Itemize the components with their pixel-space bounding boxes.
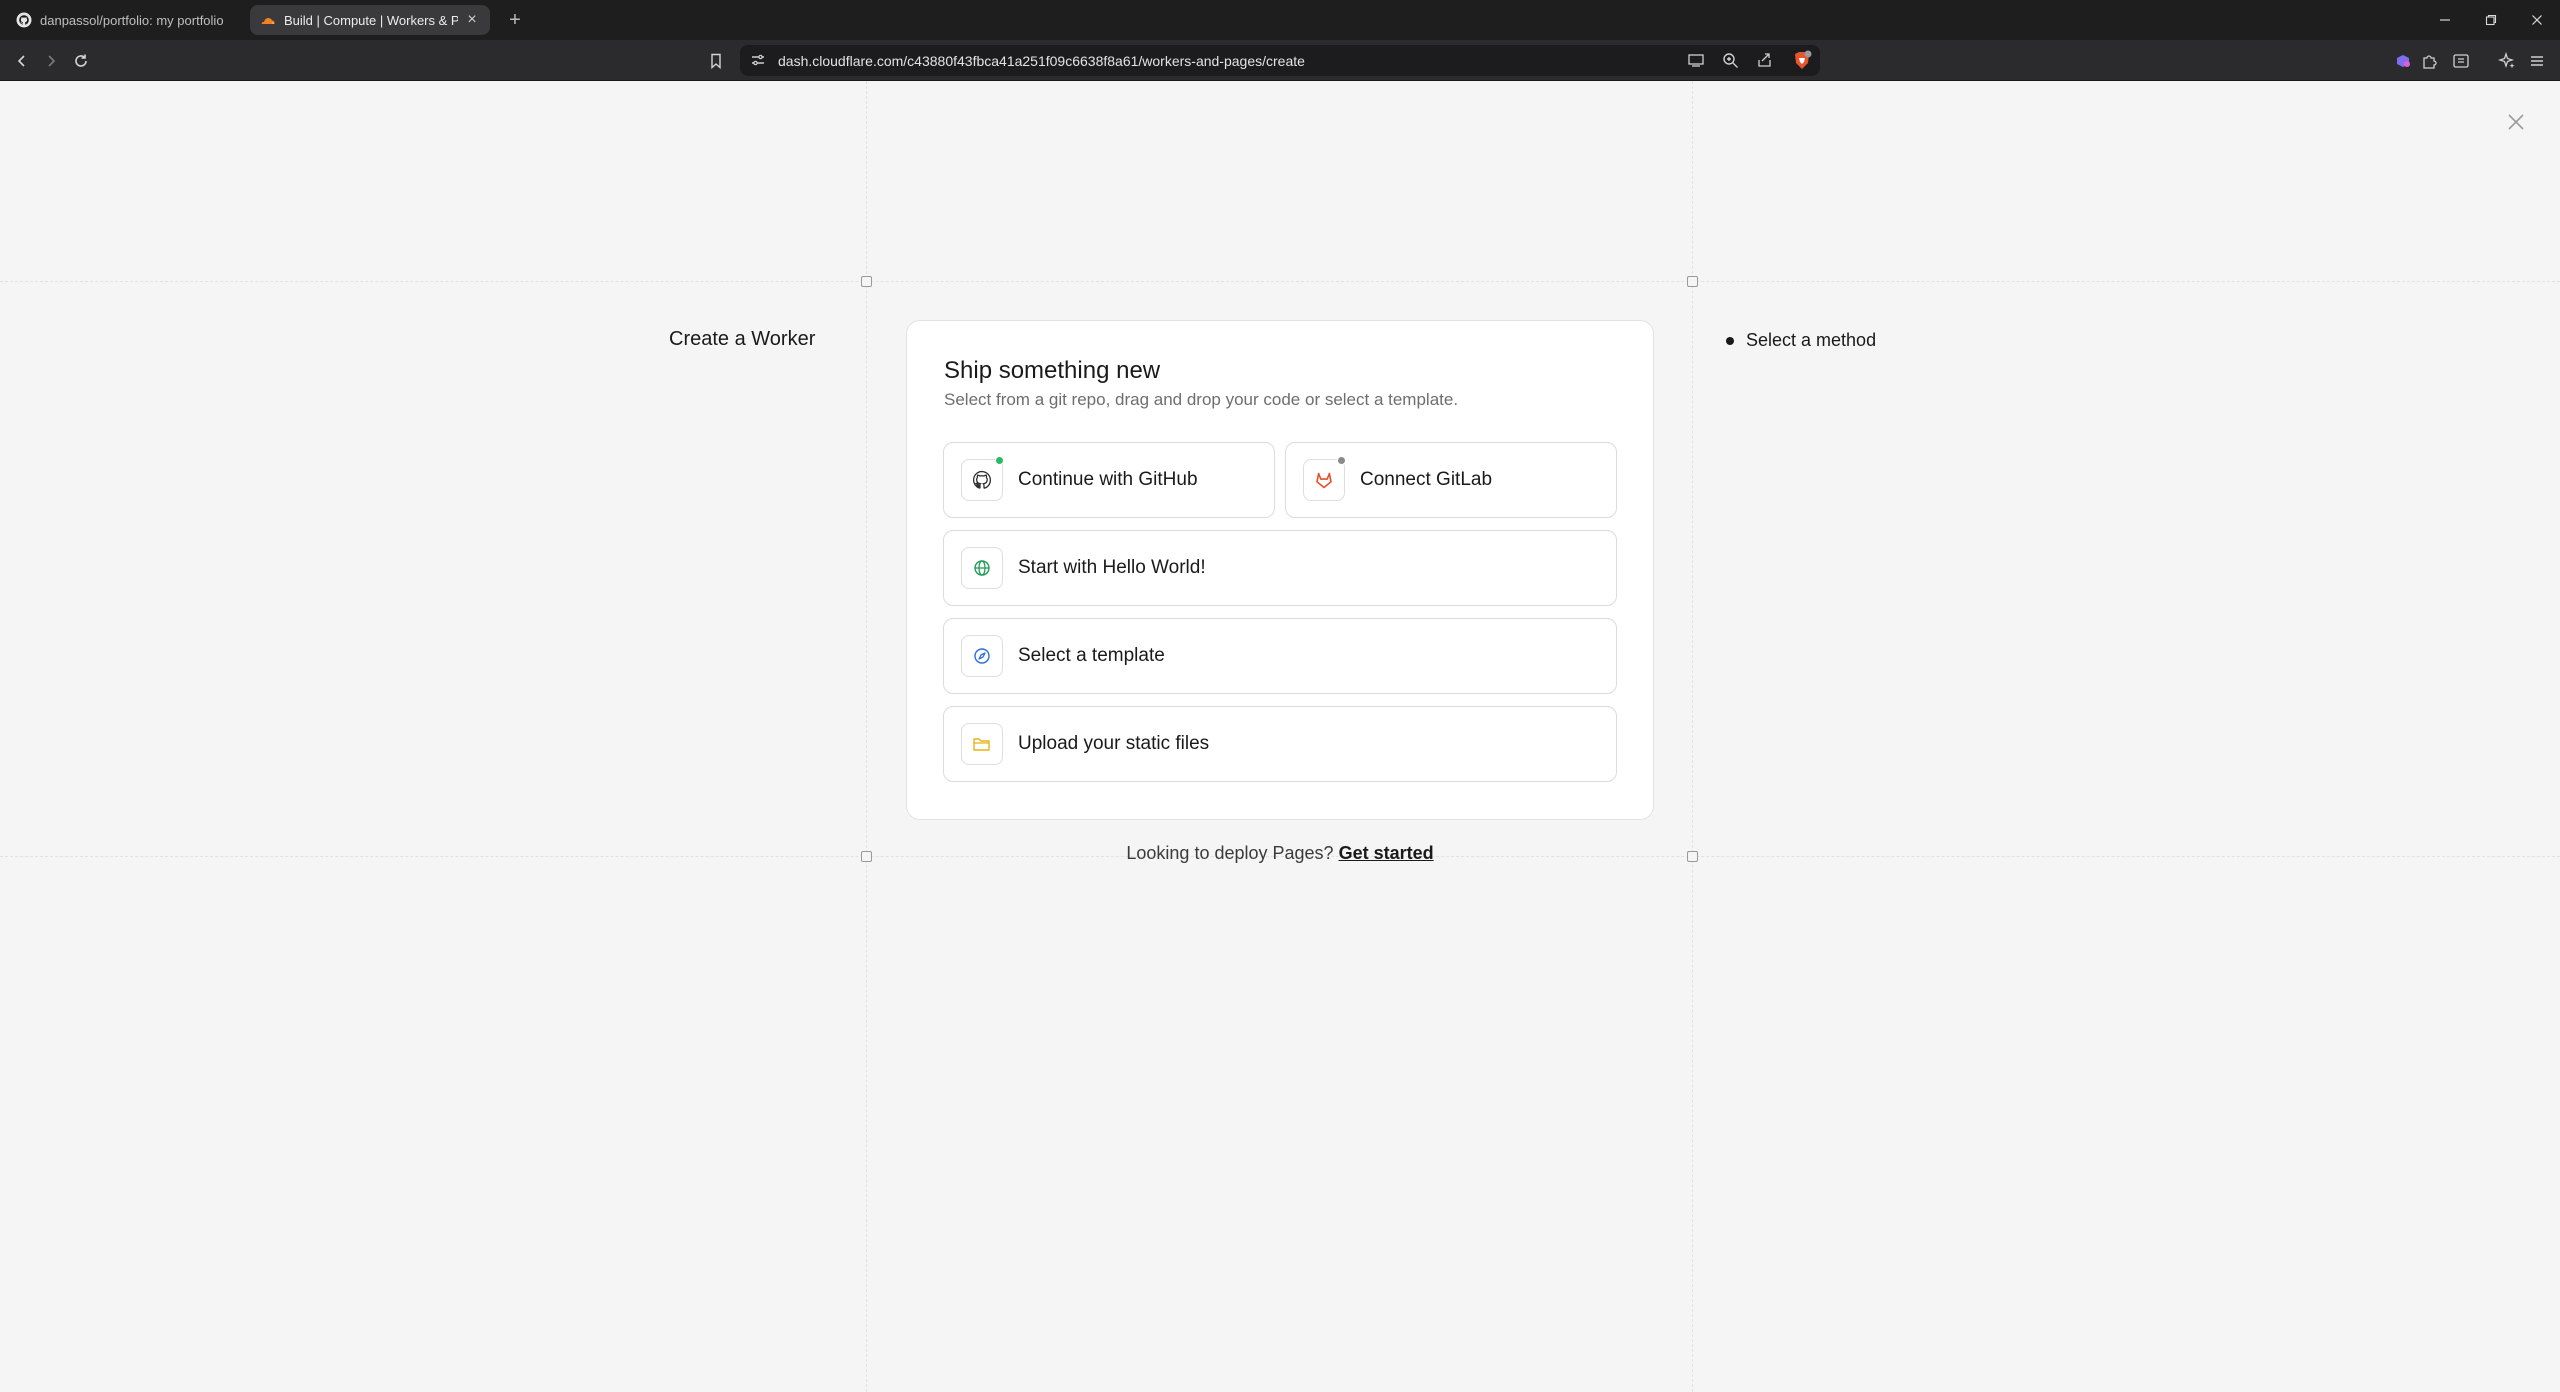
forward-arrow-icon <box>48 55 56 67</box>
restore-window-button[interactable] <box>2468 0 2514 40</box>
bookmark-icon <box>711 53 721 69</box>
step-dot <box>1726 336 1734 345</box>
step-indicator: Select a method <box>1726 330 1876 351</box>
forward-button[interactable] <box>38 48 64 74</box>
github-icon <box>972 470 992 489</box>
option-label: Connect GitLab <box>1360 469 1493 490</box>
compass-icon-box <box>961 635 1003 677</box>
browser-tab-github[interactable]: danpassol/portfolio: my portfolio <box>6 5 244 35</box>
minimize-window-button[interactable] <box>2422 0 2468 40</box>
puzzle-extensions-icon[interactable] <box>2417 48 2443 74</box>
option-label: Select a template <box>1018 645 1165 666</box>
option-label: Continue with GitHub <box>1018 469 1198 490</box>
new-tab-button[interactable]: + <box>500 5 530 35</box>
sidebar-icon[interactable] <box>2448 48 2474 74</box>
corner-handle <box>861 276 872 287</box>
connect-gitlab-button[interactable]: Connect GitLab <box>1285 442 1617 518</box>
step-label: Select a method <box>1746 330 1877 350</box>
corner-handle <box>1687 276 1698 287</box>
share-icon[interactable] <box>1756 52 1773 74</box>
address-bar[interactable]: dash.cloudflare.com/c43880f43fbca41a251f… <box>740 45 1820 76</box>
card-title: Ship something new <box>944 357 1161 384</box>
folder-icon <box>973 738 990 751</box>
gitlab-icon-box <box>1303 456 1346 501</box>
card-subtitle: Select from a git repo, drag and drop yo… <box>944 390 1459 409</box>
brave-shields-icon[interactable] <box>1791 50 1813 77</box>
back-button[interactable] <box>9 48 35 74</box>
menu-icon[interactable] <box>2524 48 2550 74</box>
globe-icon <box>974 560 990 576</box>
status-badge <box>995 456 1004 465</box>
close-create-button[interactable] <box>2504 110 2528 134</box>
close-window-button[interactable] <box>2514 0 2560 40</box>
continue-with-github-button[interactable]: Continue with GitHub <box>943 442 1275 518</box>
back-arrow-icon <box>17 55 25 67</box>
zoom-icon[interactable] <box>1722 52 1739 74</box>
get-started-link[interactable]: Get started <box>1339 843 1434 863</box>
extension-icon[interactable] <box>2390 48 2416 74</box>
hello-world-button[interactable]: Start with Hello World! <box>943 530 1617 606</box>
reload-icon <box>75 54 87 67</box>
close-tab-icon[interactable]: × <box>464 11 480 29</box>
pages-footer: Looking to deploy Pages? Get started <box>906 843 1654 864</box>
site-settings-icon[interactable] <box>750 52 768 70</box>
reload-button[interactable] <box>68 48 94 74</box>
gitlab-icon <box>1316 472 1332 489</box>
guide-line <box>0 281 2560 282</box>
select-template-button[interactable]: Select a template <box>943 618 1617 694</box>
compass-icon <box>974 648 990 664</box>
github-icon <box>16 12 32 28</box>
close-icon <box>2508 114 2524 130</box>
cloudflare-icon <box>260 12 276 28</box>
page-title: Create a Worker <box>669 328 816 350</box>
corner-handle <box>1687 851 1698 862</box>
footer-text: Looking to deploy Pages? <box>1126 843 1334 863</box>
leo-ai-icon[interactable] <box>2494 48 2520 74</box>
browser-tab-bar: danpassol/portfolio: my portfolio Build … <box>0 0 2560 40</box>
ship-card: Ship something new Select from a git rep… <box>906 320 1654 820</box>
folder-icon-box <box>961 723 1003 765</box>
tab-title: danpassol/portfolio: my portfolio <box>40 12 224 28</box>
browser-tab-cloudflare[interactable]: Build | Compute | Workers & Pag × <box>250 5 490 35</box>
tab-title: Build | Compute | Workers & Pag <box>284 12 458 28</box>
github-icon-box <box>961 456 1004 501</box>
bookmark-button[interactable] <box>703 48 729 74</box>
option-label: Start with Hello World! <box>1018 557 1206 578</box>
corner-handle <box>861 851 872 862</box>
address-url: dash.cloudflare.com/c43880f43fbca41a251f… <box>778 53 1305 69</box>
upload-static-files-button[interactable]: Upload your static files <box>943 706 1617 782</box>
option-label: Upload your static files <box>1018 733 1210 754</box>
browser-toolbar: dash.cloudflare.com/c43880f43fbca41a251f… <box>0 40 2560 81</box>
cast-icon[interactable] <box>1687 52 1705 73</box>
globe-icon-box <box>961 547 1003 589</box>
status-badge <box>1337 456 1346 465</box>
